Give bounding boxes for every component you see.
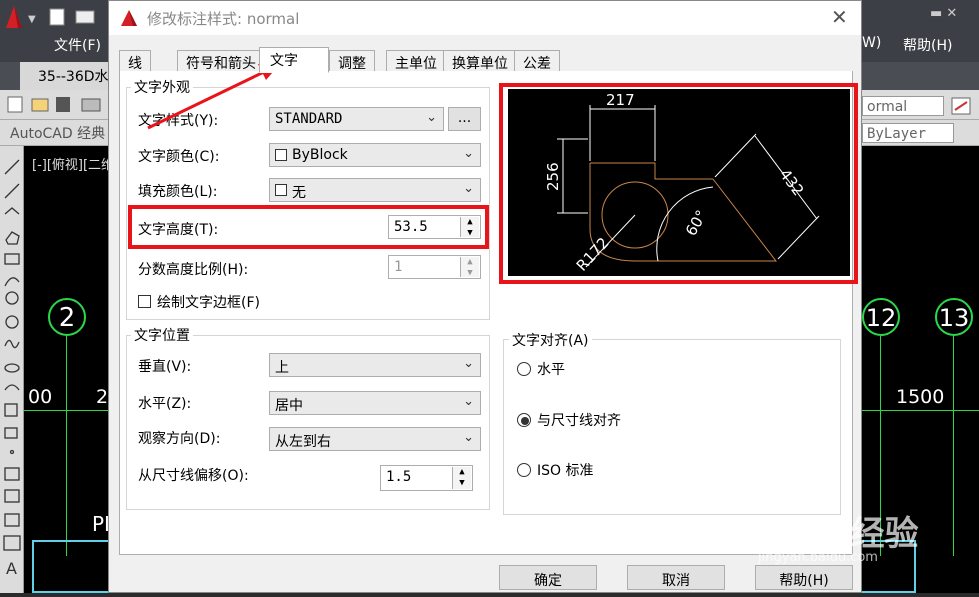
chevron-down-icon: ⌄ [463, 356, 474, 371]
chevron-down-icon: ⌄ [463, 394, 474, 409]
view-direction-label: 观察方向(D): [138, 431, 221, 447]
preview-drawing: 217 256 432 60° R172 [544, 91, 820, 275]
ok-button[interactable]: 确定 [499, 565, 597, 590]
dim-line [24, 410, 110, 411]
tab-fit[interactable]: 调整 [329, 50, 375, 72]
close-icon[interactable]: ✕ [831, 5, 848, 29]
dialog-titlebar[interactable]: 修改标注样式: normal ✕ [109, 1, 861, 35]
group-title: 文字对齐(A) [509, 330, 592, 350]
tab-tolerances[interactable]: 公差 [514, 50, 560, 72]
align-horizontal-radio[interactable] [517, 362, 531, 376]
grid-line [66, 336, 67, 556]
align-with-dimline-radio[interactable] [517, 413, 531, 427]
align-with-dimline-label: 与尺寸线对齐 [537, 413, 621, 429]
preview-pane: 217 256 432 60° R172 [508, 89, 850, 276]
group-title: 文字位置 [131, 325, 193, 345]
text-height-label: 文字高度(T): [138, 222, 219, 238]
watermark-url: jingyan.baidu.com [758, 550, 878, 565]
grid-bubble: 12 [862, 298, 900, 336]
view-direction-select[interactable]: 从左到右 ⌄ [269, 427, 481, 451]
dim-style-icon[interactable] [950, 96, 972, 116]
color-swatch [275, 184, 287, 196]
align-iso-radio[interactable] [517, 463, 531, 477]
svg-text:60°: 60° [682, 207, 711, 239]
align-iso-label: ISO 标准 [537, 463, 594, 479]
vertical-select[interactable]: 上 ⌄ [269, 353, 481, 377]
tab-text[interactable]: 文字 [259, 47, 329, 73]
radio-selected-dot [521, 417, 529, 425]
layer-combo[interactable]: ByLayer [862, 123, 954, 143]
svg-text:▼: ▼ [28, 14, 36, 25]
fraction-scale-label: 分数高度比例(H): [138, 262, 249, 278]
grid-bubble: 2 [48, 298, 86, 336]
dialog-title: 修改标注样式: normal [147, 10, 300, 28]
chevron-down-icon: ⌄ [463, 430, 474, 445]
quick-access-toolbar[interactable] [48, 6, 108, 28]
dim-text: 00 [28, 386, 53, 408]
watermark-brand: Baidu经验 [756, 515, 919, 553]
fill-color-select[interactable]: 无 ⌄ [269, 178, 481, 202]
watermark: Baidu经验 jingyan.baidu.com [756, 500, 976, 570]
vertical-label: 垂直(V): [138, 359, 192, 375]
grid-bubble: 13 [935, 298, 973, 336]
fill-color-label: 填充颜色(L): [138, 184, 218, 200]
draw-toolbar[interactable]: A [0, 146, 24, 593]
tab-primary-units[interactable]: 主单位 [386, 50, 446, 72]
tab-panel-text: 文字外观 文字样式(Y): STANDARD ⌄ ... 文字颜色(C): ByB… [119, 71, 858, 555]
spinner-arrows-icon[interactable]: ▲ ▼ [460, 217, 479, 238]
autocad-icon [119, 8, 139, 32]
cancel-button[interactable]: 取消 [627, 565, 725, 590]
fraction-scale-spinner: 1 ▲ ▼ [388, 255, 481, 279]
spinner-arrows-icon: ▲ ▼ [460, 257, 479, 278]
viewport-label[interactable]: [-][俯视][二维 [32, 154, 114, 173]
menu-window[interactable]: W) [862, 35, 881, 51]
text-color-select[interactable]: ByBlock ⌄ [269, 143, 481, 167]
draw-frame-label: 绘制文字边框(F) [157, 295, 260, 311]
draw-frame-checkbox[interactable] [138, 295, 151, 308]
tab-alternate-units[interactable]: 换算单位 [443, 50, 517, 72]
color-swatch [275, 149, 287, 161]
menu-help[interactable]: 帮助(H) [903, 35, 952, 55]
text-style-browse-button[interactable]: ... [448, 107, 481, 131]
horizontal-label: 水平(Z): [138, 396, 192, 412]
horizontal-select[interactable]: 居中 ⌄ [269, 391, 481, 415]
menu-file[interactable]: 文件(F) [54, 35, 101, 55]
drawing-frame [32, 540, 110, 593]
autocad-logo-icon[interactable]: ▼ [0, 0, 40, 34]
document-tab[interactable]: 35--36D水 [20, 62, 120, 90]
chevron-down-icon: ⌄ [463, 181, 474, 196]
dim-text: 2 [96, 386, 109, 408]
chevron-down-icon: ⌄ [463, 146, 474, 161]
text-color-label: 文字颜色(C): [138, 149, 220, 165]
offset-spinner[interactable]: 1.5 ▲ ▼ [380, 465, 473, 491]
window-controls[interactable]: ▬ ✕ [930, 6, 975, 26]
dim-style-combo[interactable]: ormal [862, 96, 944, 116]
dim-line [862, 410, 979, 411]
svg-text:R172: R172 [573, 234, 613, 275]
workspace-combo[interactable]: AutoCAD 经典 [10, 123, 110, 143]
text-height-spinner[interactable]: 53.5 ▲ ▼ [388, 215, 481, 239]
align-horizontal-label: 水平 [537, 362, 565, 378]
spinner-arrows-icon[interactable]: ▲ ▼ [452, 467, 471, 489]
svg-text:256: 256 [544, 162, 562, 191]
svg-text:217: 217 [606, 91, 635, 109]
dim-text: 1500 [896, 386, 945, 408]
svg-text:A: A [6, 559, 17, 578]
chevron-down-icon: ⌄ [426, 110, 437, 125]
offset-label: 从尺寸线偏移(O): [138, 468, 249, 484]
